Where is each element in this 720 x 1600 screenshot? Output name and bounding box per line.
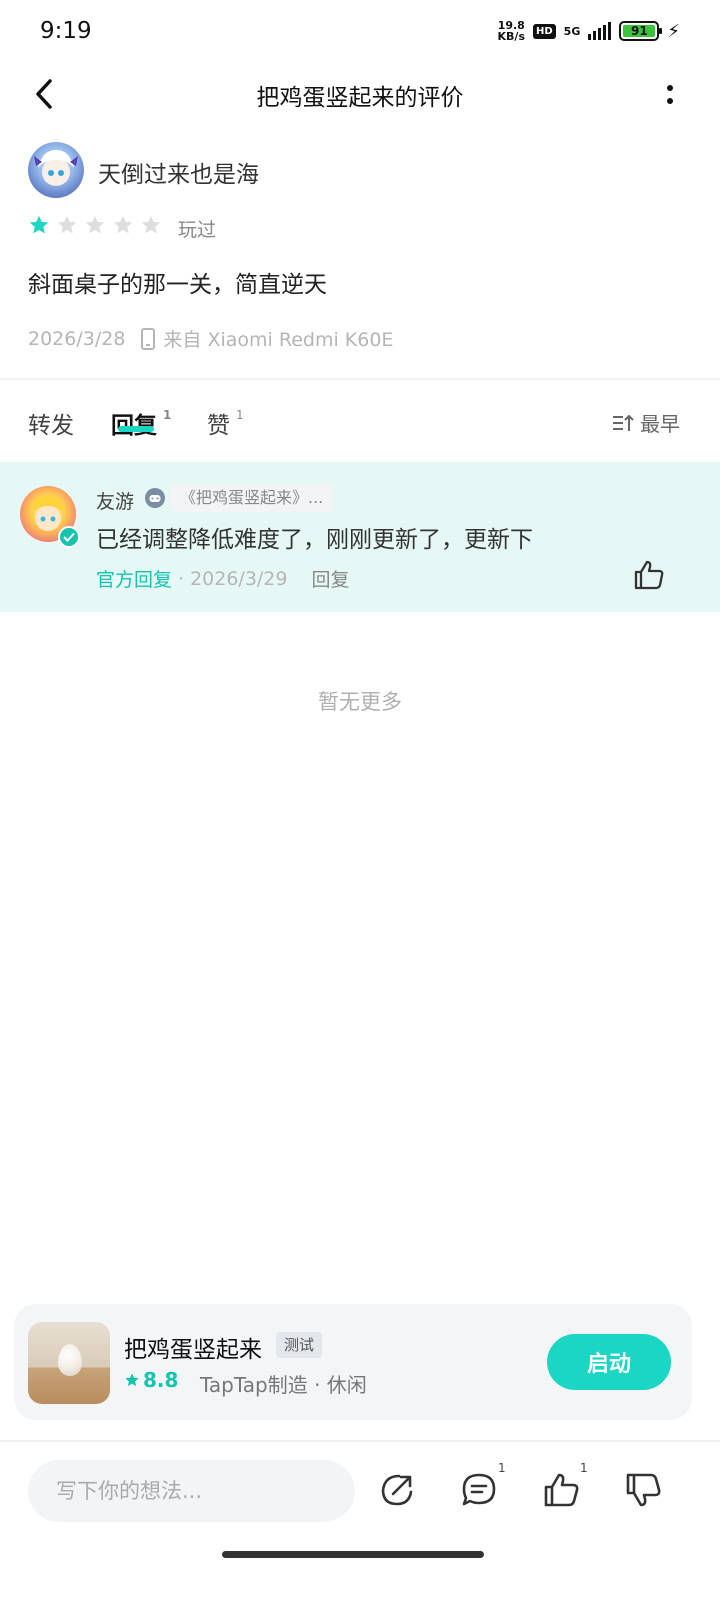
comment-input[interactable]: 写下你的想法... [28,1460,355,1522]
sort-button[interactable]: 最早 [612,408,680,437]
game-thumbnail[interactable] [28,1322,110,1404]
author-avatar[interactable] [28,142,84,198]
star-empty-icon [85,215,105,234]
no-more-label: 暂无更多 [318,690,402,714]
thumbs-up-icon[interactable] [632,558,666,592]
network-type: 5G [563,24,581,38]
test-badge: 测试 [276,1332,323,1358]
review-date: 2026/3/28 [28,327,126,350]
reply-date: 2026/3/29 [190,567,288,590]
game-rating: 8.8 [124,1368,178,1392]
author-name[interactable]: 天倒过来也是海 [98,155,259,189]
rating-stars [28,214,162,236]
thumbs-up-icon[interactable] [541,1470,581,1510]
reply-author-name[interactable]: 友游 [96,487,134,514]
share-icon[interactable] [377,1470,417,1510]
star-filled-icon [29,215,49,234]
bolt-icon: ⚡︎ [667,20,680,42]
battery-level: 91 [623,25,656,37]
star-empty-icon [57,215,77,234]
tab-like[interactable]: 赞 1 [207,406,244,440]
reply-text: 已经调整降低难度了，刚刚更新了，更新下 [96,527,533,553]
star-empty-icon [141,215,161,234]
comment-count: 1 [498,1461,506,1475]
sort-icon [613,414,634,431]
meta-separator: · [178,567,185,590]
official-reply-label: 官方回复 [96,569,173,591]
phone-icon [141,327,156,350]
game-subtitle: TapTap制造 · 休闲 [200,1373,367,1397]
avatar-illustration [34,150,78,186]
network-speed-unit: KB/s [497,30,525,43]
network-speed: 19.8 KB/s [498,20,525,42]
review-device: 来自 Xiaomi Redmi K60E [163,329,394,351]
status-time: 9:19 [40,18,92,44]
tab-bar: 转发 回复 1 赞 1 最早 [0,380,720,462]
tab-like-count: 1 [236,408,244,422]
sort-label: 最早 [640,412,680,436]
reply-button[interactable]: 回复 [311,565,349,592]
tab-reply-count: 1 [163,408,172,422]
played-tag: 玩过 [178,219,217,241]
verified-icon [58,526,80,548]
like-count: 1 [580,1461,588,1475]
signal-icon [588,22,612,40]
bottom-divider [0,1440,720,1442]
active-tab-indicator [118,426,154,432]
battery-icon: 91 [619,21,663,41]
status-icons: 19.8 KB/s HD 5G 91 ⚡︎ [498,20,680,42]
game-rating-value: 8.8 [143,1368,179,1392]
thumbs-down-icon[interactable] [623,1470,663,1510]
star-empty-icon [113,215,133,234]
tab-reply[interactable]: 回复 1 [111,406,171,440]
tab-repost-label: 转发 [28,413,74,439]
launch-button[interactable]: 启动 [547,1334,671,1390]
reply-item[interactable]: 友游 《把鸡蛋竖起来》... 已经调整降低难度了，刚刚更新了，更新下 官方回复 … [0,462,720,612]
more-vertical-icon[interactable] [660,76,680,112]
game-name: 把鸡蛋竖起来 [124,1337,262,1363]
egg-image [58,1344,82,1376]
tab-like-label: 赞 [207,413,230,439]
review-text: 斜面桌子的那一关，简直逆天 [28,272,327,298]
game-chip[interactable]: 《把鸡蛋竖起来》... [170,484,334,512]
tab-reply-label: 回复 [111,406,157,440]
game-card[interactable]: 把鸡蛋竖起来 测试 8.8 TapTap制造 · 休闲 启动 [14,1304,692,1420]
tab-repost[interactable]: 转发 [28,406,74,440]
home-indicator[interactable] [222,1551,484,1558]
hd-icon: HD [533,23,556,39]
reply-meta: 官方回复 · 2026/3/29 回复 [96,565,350,592]
page-title: 把鸡蛋竖起来的评价 [256,85,464,111]
status-bar: 9:19 19.8 KB/s HD 5G 91 ⚡︎ [0,0,720,64]
gamepad-icon [145,488,165,508]
header: 把鸡蛋竖起来的评价 [0,64,720,124]
review-meta: 2026/3/28 来自 Xiaomi Redmi K60E [28,325,393,352]
star-filled-icon [125,1373,139,1387]
comment-icon[interactable] [459,1470,499,1510]
